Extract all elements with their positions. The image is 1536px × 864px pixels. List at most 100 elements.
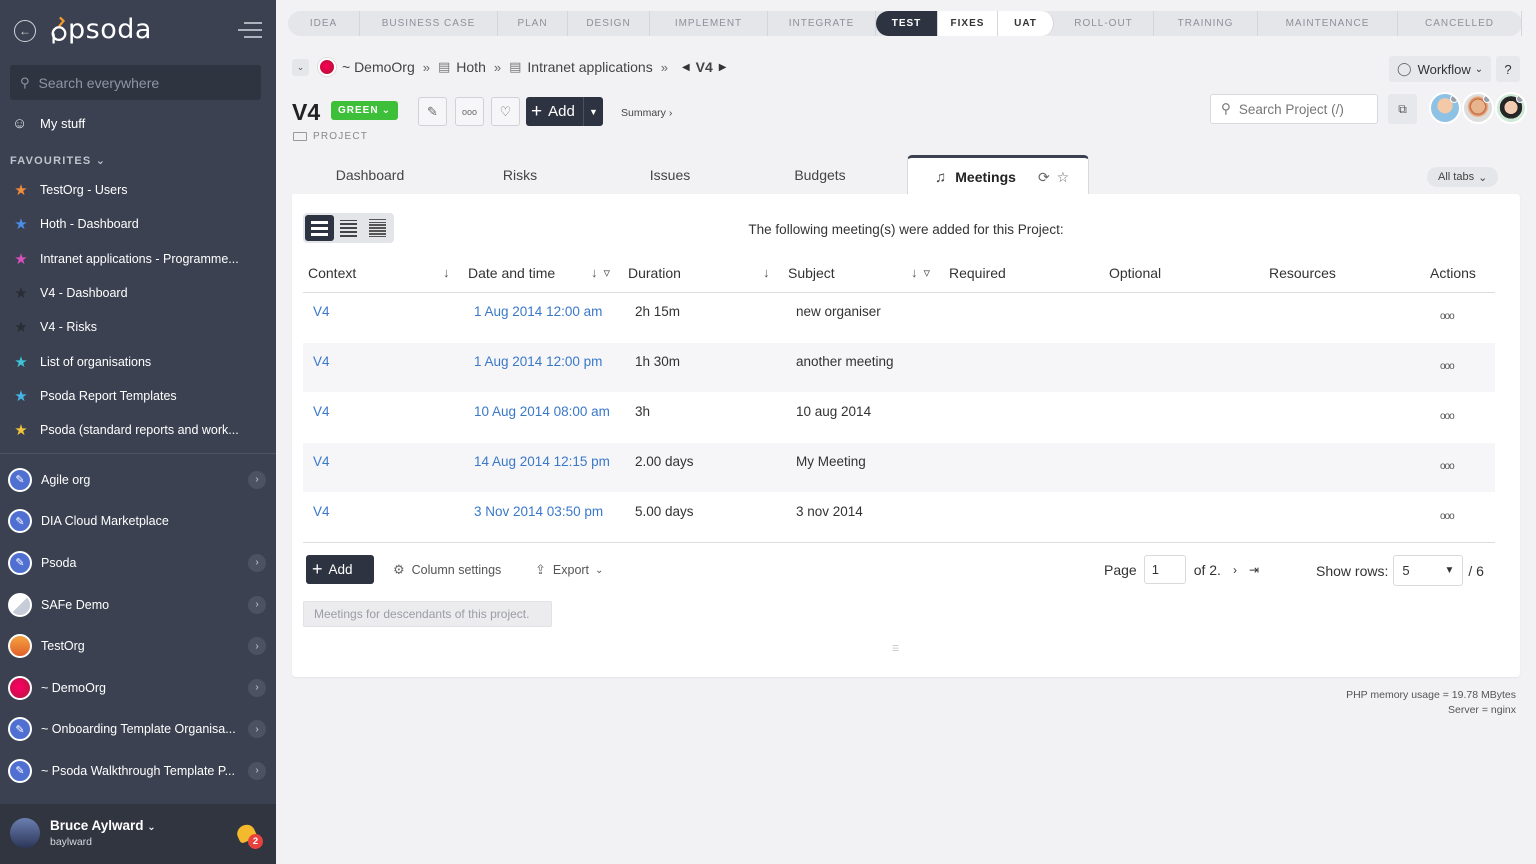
sort-icon[interactable]: ↓ xyxy=(911,265,918,281)
tag-button[interactable]: ♡ xyxy=(491,97,520,126)
resize-handle-icon[interactable]: ☰ xyxy=(892,644,899,653)
collapse-menu-icon[interactable] xyxy=(238,22,262,40)
column-subject[interactable]: Subject xyxy=(788,265,835,281)
row-actions-icon[interactable]: ooo xyxy=(1440,511,1455,522)
context-link[interactable]: V4 xyxy=(313,354,330,369)
column-resources[interactable]: Resources xyxy=(1269,265,1336,281)
avatar[interactable] xyxy=(1495,92,1527,124)
sidebar-organisation[interactable]: ✎ ~ Psoda Walkthrough Template P... › xyxy=(8,750,270,792)
notifications-bell[interactable]: 2 xyxy=(234,821,263,849)
psoda-logo[interactable]: psoda xyxy=(50,14,152,45)
stage-training[interactable]: TRAINING xyxy=(1154,11,1258,36)
status-badge[interactable]: GREEN ⌄ xyxy=(331,101,398,120)
rows-per-page-select[interactable]: 5 ▼ xyxy=(1393,555,1464,586)
sort-icon[interactable]: ↓ xyxy=(443,265,450,280)
stage-roll-out[interactable]: ROLL-OUT xyxy=(1054,11,1154,36)
next-page-icon[interactable]: › xyxy=(1233,563,1237,577)
sidebar-organisation[interactable]: ✎ ~ Onboarding Template Organisa... › xyxy=(8,709,270,751)
help-button[interactable]: ? xyxy=(1496,56,1520,82)
sort-icon[interactable]: ↓ xyxy=(591,265,598,281)
sidebar-favourite[interactable]: ★ List of organisations xyxy=(12,344,262,378)
breadcrumb-portfolio[interactable]: Intranet applications xyxy=(527,59,652,75)
column-context[interactable]: Context xyxy=(308,265,356,281)
previous-icon[interactable]: ◀ xyxy=(682,62,690,73)
stage-test[interactable]: TEST xyxy=(876,11,938,36)
tab-meetings[interactable]: ♫ Meetings ⟳ ☆ xyxy=(907,155,1089,196)
tab-risks[interactable]: Risks xyxy=(503,167,537,183)
breadcrumb-org[interactable]: ~ DemoOrg xyxy=(342,59,415,75)
stage-business-case[interactable]: BUSINESS CASE xyxy=(360,11,498,36)
meeting-date-link[interactable]: 1 Aug 2014 12:00 am xyxy=(474,304,602,319)
chevron-right-icon[interactable]: › xyxy=(248,595,266,614)
back-icon[interactable]: ← xyxy=(14,20,36,42)
row-actions-icon[interactable]: ooo xyxy=(1440,461,1455,472)
page-input[interactable]: 1 xyxy=(1143,555,1186,584)
context-link[interactable]: V4 xyxy=(313,504,330,519)
sidebar-organisation[interactable]: SAFe Demo › xyxy=(8,584,270,626)
meeting-date-link[interactable]: 1 Aug 2014 12:00 pm xyxy=(474,354,602,369)
sort-icon[interactable]: ↓ xyxy=(763,265,770,280)
export-button[interactable]: ⇪ Export ⌄ xyxy=(535,562,603,578)
add-button[interactable]: + Add ▼ xyxy=(526,97,603,126)
next-icon[interactable]: ▶ xyxy=(719,62,727,73)
column-optional[interactable]: Optional xyxy=(1109,265,1161,281)
chevron-right-icon[interactable]: › xyxy=(248,761,266,780)
meeting-date-link[interactable]: 3 Nov 2014 03:50 pm xyxy=(474,504,603,519)
meeting-date-link[interactable]: 10 Aug 2014 08:00 am xyxy=(474,404,610,419)
project-search-input[interactable]: ⚲ Search Project (/) xyxy=(1210,94,1378,124)
sidebar-favourite[interactable]: ★ V4 - Dashboard xyxy=(12,276,262,310)
context-link[interactable]: V4 xyxy=(313,454,330,469)
stage-fixes[interactable]: FIXES xyxy=(938,11,998,36)
global-search-input[interactable]: ⚲ Search everywhere xyxy=(10,65,261,100)
breadcrumb-program[interactable]: Hoth xyxy=(456,59,486,75)
sidebar-organisation[interactable]: ✎ Psoda › xyxy=(8,542,270,584)
column-date-and-time[interactable]: Date and time xyxy=(468,265,555,281)
context-link[interactable]: V4 xyxy=(313,304,330,319)
stage-idea[interactable]: IDEA xyxy=(288,11,360,36)
sidebar-favourite[interactable]: ★ V4 - Risks xyxy=(12,310,262,344)
sidebar-organisation[interactable]: ✎ DIA Cloud Marketplace xyxy=(8,501,270,543)
column-required[interactable]: Required xyxy=(949,265,1006,281)
meeting-date-link[interactable]: 14 Aug 2014 12:15 pm xyxy=(474,454,610,469)
descendants-meetings-button[interactable]: Meetings for descendants of this project… xyxy=(303,601,552,627)
sidebar-favourite[interactable]: ★ Psoda (standard reports and work... xyxy=(12,413,262,447)
stage-implement[interactable]: IMPLEMENT xyxy=(650,11,768,36)
avatar[interactable] xyxy=(1429,92,1461,124)
context-link[interactable]: V4 xyxy=(313,404,330,419)
summary-link[interactable]: Summary › xyxy=(621,107,672,119)
row-actions-icon[interactable]: ooo xyxy=(1440,411,1455,422)
sidebar-favourite[interactable]: ★ TestOrg - Users xyxy=(12,173,262,207)
stage-plan[interactable]: PLAN xyxy=(498,11,568,36)
chevron-right-icon[interactable]: › xyxy=(248,720,266,739)
row-actions-icon[interactable]: ooo xyxy=(1440,361,1455,372)
last-page-icon[interactable]: ⇥ xyxy=(1249,563,1259,577)
chevron-down-icon[interactable]: ▼ xyxy=(583,97,603,126)
row-actions-icon[interactable]: ooo xyxy=(1440,311,1455,322)
stage-integrate[interactable]: INTEGRATE xyxy=(768,11,876,36)
favourites-toggle[interactable]: FAVOURITES ⌄ xyxy=(10,154,106,167)
chevron-down-icon[interactable]: ⌄ xyxy=(292,58,309,76)
refresh-icon[interactable]: ⟳ xyxy=(1038,169,1050,186)
stage-design[interactable]: DESIGN xyxy=(568,11,650,36)
stage-maintenance[interactable]: MAINTENANCE xyxy=(1258,11,1398,36)
share-button[interactable]: ⧉ xyxy=(1388,94,1417,124)
tab-issues[interactable]: Issues xyxy=(650,167,690,183)
avatar[interactable] xyxy=(10,818,40,848)
sidebar-favourite[interactable]: ★ Hoth - Dashboard xyxy=(12,207,262,241)
star-icon[interactable]: ☆ xyxy=(1057,169,1070,186)
user-name[interactable]: Bruce Aylward ⌄ xyxy=(50,818,156,833)
edit-button[interactable]: ✎ xyxy=(418,97,447,126)
sidebar-favourite[interactable]: ★ Psoda Report Templates xyxy=(12,379,262,413)
more-actions-button[interactable]: ooo xyxy=(455,97,484,126)
column-settings-button[interactable]: ⚙ Column settings xyxy=(393,562,501,578)
sidebar-organisation[interactable]: ✎ Agile org › xyxy=(8,459,270,501)
workflow-button[interactable]: ◯ Workflow ⌄ xyxy=(1389,56,1492,82)
user-panel[interactable]: Bruce Aylward ⌄ baylward 2 xyxy=(0,804,276,864)
add-meeting-button[interactable]: + Add xyxy=(306,555,374,584)
filter-icon[interactable]: ▿ xyxy=(924,265,931,281)
sidebar-favourite[interactable]: ★ Intranet applications - Programme... xyxy=(12,242,262,276)
tab-budgets[interactable]: Budgets xyxy=(794,167,845,183)
my-stuff-link[interactable]: ☺ My stuff xyxy=(12,115,85,132)
column-duration[interactable]: Duration xyxy=(628,265,681,281)
chevron-right-icon[interactable]: › xyxy=(248,678,266,697)
